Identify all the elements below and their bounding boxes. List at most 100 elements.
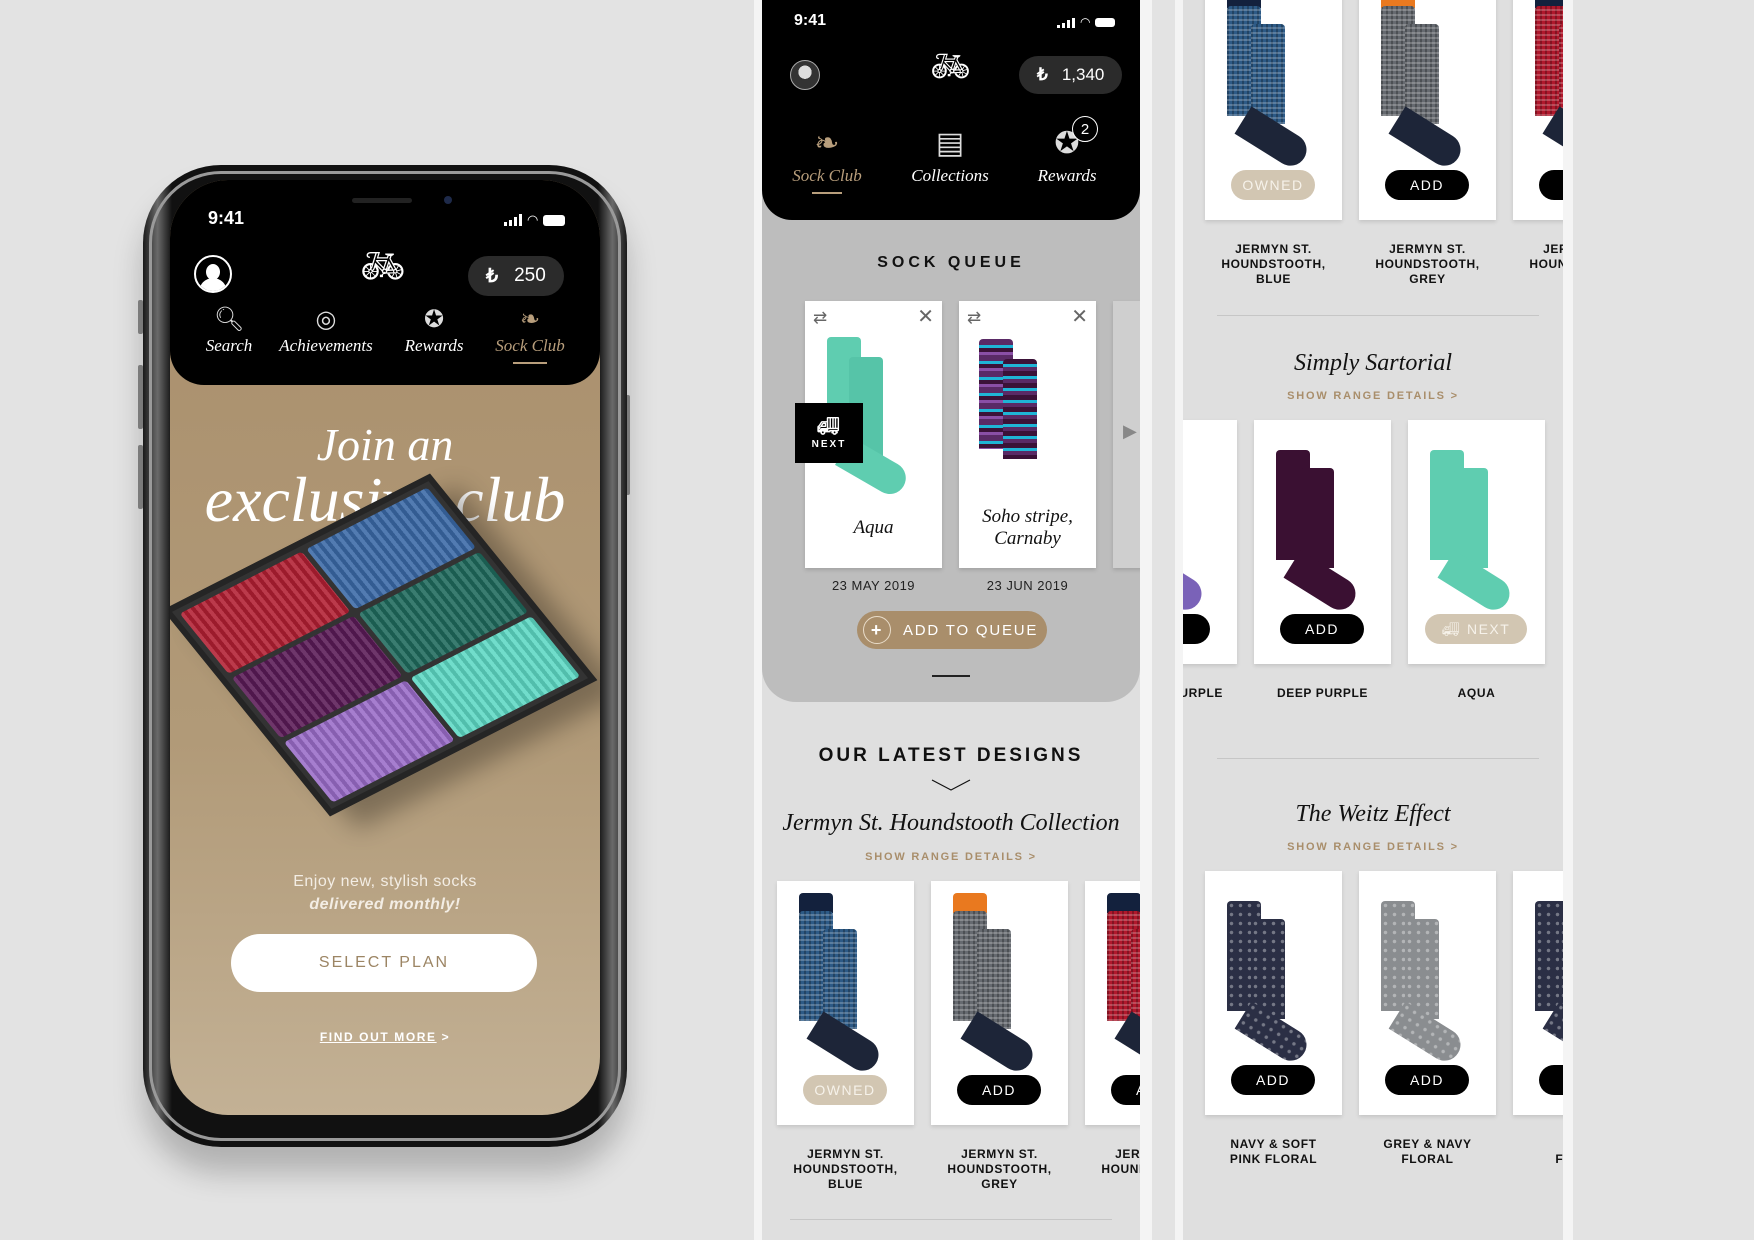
product-name-line: JERMYN ST. [1115,1147,1140,1161]
product-card[interactable]: OWNED [1205,0,1342,220]
chevron-right-icon[interactable]: ▶ [1123,421,1137,442]
product-name: JERMYN ST.HOUNDSTOOTH,RED [1085,1147,1140,1192]
add-button[interactable]: ADD [1385,170,1469,200]
plus-icon: + [863,616,891,644]
status-time: 9:41 [794,12,827,29]
add-button[interactable]: ADD [957,1075,1041,1105]
find-out-more-link[interactable]: FIND OUT MORE > [170,1030,600,1044]
show-range-details-link[interactable]: SHOW RANGE DETAILS > [762,851,1140,863]
active-tab-indicator [513,362,547,364]
product-card[interactable]: ADD [1513,0,1563,220]
product-name-line: AQUA [1457,686,1496,700]
product-name: NAVYFLORAL [1513,1137,1563,1167]
product-card[interactable]: ADD [1359,0,1496,220]
product-card[interactable]: OWNED [777,881,914,1125]
owned-badge: OWNED [803,1075,887,1105]
coin-balance[interactable]: ₺ 1,340 [1019,56,1123,94]
add-button[interactable]: ADD [1183,614,1210,644]
add-button[interactable]: ADD [1280,614,1364,644]
status-icons: ◠ [1057,15,1116,29]
chevron-right-icon: > [441,1030,451,1044]
coin-icon: ₺ [1037,65,1048,84]
nav-sock-club[interactable]: ❧ Sock Club [782,122,872,194]
product-name-line: PINK FLORAL [1229,1152,1318,1166]
product-card[interactable]: ADD [1205,871,1342,1115]
product-action-label: OWNED [814,1082,876,1098]
coin-icon: ₺ [486,265,499,287]
product-action-label: ADD [1255,1072,1291,1088]
socks-icon: ❧ [519,306,541,333]
product-action-label: ADD [1136,1082,1140,1098]
rewards-count-badge: 2 [1072,116,1098,142]
show-range-details-link[interactable]: SHOW RANGE DETAILS > [1183,841,1563,853]
collection-title: The Weitz Effect [1295,801,1451,827]
product-name: DEEP PURPLE [1254,686,1391,701]
product-action-label: ADD [1409,1072,1445,1088]
add-button[interactable]: ADD [1385,1065,1469,1095]
queue-date: 23 JUN 2019 [986,578,1069,593]
product-name-line: HOUNDSTOOTH, [1221,257,1326,271]
add-button[interactable]: ADD [1231,1065,1315,1095]
product-name: AQUA [1408,686,1545,701]
sock-queue-screen: 9:41 ◠ 🚲︎ ₺ 1,340 ❧ Sock Club ▤ Collecti… [762,0,1140,1240]
product-name-line: HOUNDSTOOTH, [1529,257,1563,271]
drag-handle[interactable] [932,675,970,677]
penny-farthing-logo-icon: 🚲︎ [360,245,406,286]
add-to-queue-button[interactable]: + ADD TO QUEUE [857,611,1047,649]
product-card[interactable]: ADD [1359,871,1496,1115]
nav-rewards-label: Rewards [1037,166,1097,185]
swap-icon[interactable]: ⇄ [967,309,981,326]
nav-rewards[interactable]: ✪ Rewards [1017,122,1117,186]
queue-card[interactable]: ⇄ ✕ Soho stripe, Carnaby [959,301,1096,568]
collection-title: Jermyn St. Houndstooth Collection [782,810,1120,836]
nav-rewards-label: Rewards [404,336,464,355]
wifi-icon: ◠ [1080,15,1091,29]
add-button[interactable]: ADD [1539,1065,1563,1095]
select-plan-button[interactable]: SELECT PLAN [231,934,537,992]
award-ribbon-icon: ✪ [423,306,445,333]
add-button[interactable]: ADD [1539,170,1563,200]
nav-rewards[interactable]: ✪ Rewards [384,304,484,356]
profile-avatar[interactable] [790,60,820,90]
nav-search[interactable]: 🔍︎ Search [184,304,274,356]
product-card[interactable]: ADD [1085,881,1140,1125]
nav-search-label: Search [205,336,253,355]
close-icon[interactable]: ✕ [917,307,934,327]
chevron-down-icon [931,779,971,791]
next-delivery-badge[interactable]: 🚚︎ NEXT [1425,614,1527,644]
profile-avatar[interactable] [194,255,232,293]
product-name: JERMYN ST. HOUNDSTOOTH, GREY [1359,242,1496,287]
book-icon: ▤ [935,127,965,160]
product-name: NAVY & SOFT PINK FLORAL [1205,1137,1342,1167]
nav-sock-club[interactable]: ❧ Sock Club [480,304,580,364]
product-name-line: HOUNDSTOOTH, [947,1162,1052,1176]
collection-title: Simply Sartorial [1293,350,1452,376]
product-name-line: JERMYN ST. [1389,242,1466,256]
tagline-line2: delivered monthly! [309,896,461,913]
nav-collections-label: Collections [911,166,989,185]
product-name: JERMYN ST. HOUNDSTOOTH, BLUE [1205,242,1342,287]
product-name-line: E PURPLE [1183,686,1223,700]
product-card[interactable]: ADD [1183,420,1237,664]
product-action-label: OWNED [1242,177,1304,193]
product-action-label: ADD [1183,621,1185,637]
product-name-line: HOUNDSTOOTH, [1375,257,1480,271]
collections-screen: OWNED JERMYN ST. HOUNDSTOOTH, BLUE ADD JER… [1183,0,1563,1240]
swap-icon[interactable]: ⇄ [813,309,827,326]
product-card[interactable]: 🚚︎ NEXT [1408,420,1545,664]
coin-balance[interactable]: ₺ 250 [468,256,564,296]
queue-card-peek[interactable]: ▶ [1113,301,1140,568]
signal-icon [504,214,522,226]
close-icon[interactable]: ✕ [1071,307,1088,327]
nav-achievements[interactable]: ◎ Achievements [266,304,386,356]
next-delivery-badge: 🚚︎ NEXT [795,403,863,463]
product-card[interactable]: ADD [931,881,1068,1125]
add-button[interactable]: ADD [1111,1075,1140,1105]
section-divider [1217,758,1539,759]
product-card[interactable]: ADD [1513,871,1563,1115]
show-range-details-link[interactable]: SHOW RANGE DETAILS > [1183,390,1563,402]
nav-collections[interactable]: ▤ Collections [890,122,1010,186]
target-icon: ◎ [315,306,337,333]
product-card[interactable]: ADD [1254,420,1391,664]
status-time: 9:41 [208,208,245,228]
